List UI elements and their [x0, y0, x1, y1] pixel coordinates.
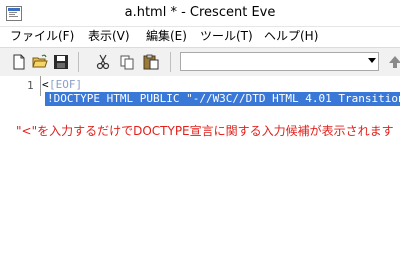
- line-number: 1: [27, 79, 34, 92]
- line-number-gutter: 1: [0, 76, 40, 280]
- annotation-text: "<"を入力するだけでDOCTYPE宣言に関する入力候補が表示されます: [16, 124, 394, 138]
- completion-popup[interactable]: !DOCTYPE HTML PUBLIC "-//W3C//DTD HTML 4…: [45, 92, 400, 106]
- menu-file[interactable]: ファイル(F): [10, 28, 74, 45]
- open-folder-icon[interactable]: [31, 53, 49, 71]
- save-icon[interactable]: [52, 53, 70, 71]
- cut-icon[interactable]: [94, 53, 112, 71]
- window-title: a.html * - Crescent Eve: [124, 5, 276, 20]
- paste-icon[interactable]: [142, 53, 160, 71]
- menu-view[interactable]: 表示(V): [88, 28, 130, 45]
- menu-help[interactable]: ヘルプ(H): [264, 28, 318, 45]
- search-combo[interactable]: [180, 52, 379, 71]
- title-bar: a.html * - Crescent Eve: [0, 0, 400, 27]
- toolbar-separator: [170, 52, 171, 72]
- new-file-icon[interactable]: [10, 53, 28, 71]
- toolbar-separator: [78, 52, 79, 72]
- copy-icon[interactable]: [118, 53, 136, 71]
- code-line-text[interactable]: <: [42, 78, 49, 91]
- menu-edit[interactable]: 編集(E): [146, 28, 187, 45]
- menu-bar: ファイル(F) 表示(V) 編集(E) ツール(T) ヘルプ(H): [0, 27, 400, 46]
- gutter-divider: [40, 76, 41, 96]
- completion-item[interactable]: !DOCTYPE HTML PUBLIC "-//W3C//DTD HTML 4…: [47, 92, 400, 105]
- menu-tools[interactable]: ツール(T): [200, 28, 253, 45]
- editor-area[interactable]: 1 < [EOF]: [0, 76, 400, 280]
- eof-marker: [EOF]: [49, 78, 83, 91]
- toolbar: [0, 47, 400, 77]
- chevron-down-icon[interactable]: [368, 58, 376, 63]
- up-arrow-icon[interactable]: [386, 53, 400, 71]
